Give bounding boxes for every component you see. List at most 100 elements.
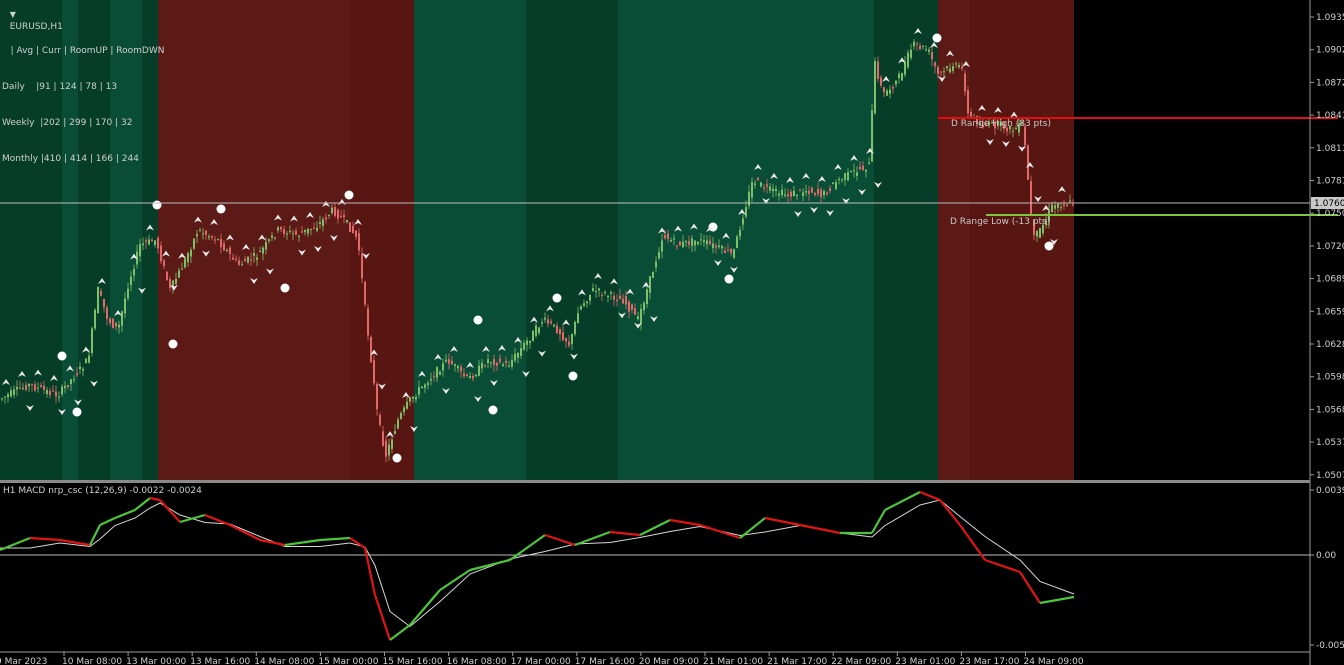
chart-canvas[interactable]: D Range High (83 pts) D Range Low (-13 p… — [0, 0, 1344, 665]
signal-dot — [216, 204, 226, 214]
candle-body — [535, 325, 537, 336]
price-tick-label: 1.0720 — [1316, 242, 1344, 252]
candle-body — [640, 308, 642, 324]
signal-dot — [488, 405, 498, 415]
candle-body — [718, 245, 720, 248]
candle-body — [244, 259, 246, 262]
candle-body — [448, 358, 450, 364]
candle-body — [130, 276, 132, 285]
candle-body — [613, 295, 615, 300]
candle-body — [490, 362, 492, 364]
candle-body — [970, 111, 972, 117]
candle-body — [367, 308, 369, 336]
candle-body — [859, 166, 861, 170]
candle-body — [73, 379, 75, 381]
macd-main-line — [699, 523, 741, 540]
macd-main-line — [373, 594, 392, 641]
candle-body — [232, 257, 234, 260]
candle-body — [1060, 207, 1062, 209]
candle-body — [25, 384, 27, 390]
candle-body — [385, 440, 387, 457]
price-tick-label: 1.0811 — [1316, 144, 1344, 154]
candle-body — [445, 359, 447, 362]
signal-dot — [152, 200, 162, 210]
candle-body — [211, 235, 213, 238]
candle-body — [202, 233, 204, 235]
macd-signal-line — [0, 499, 1075, 628]
price-tick-label: 1.0537 — [1316, 438, 1344, 448]
candle-body — [241, 264, 243, 266]
candle-body — [145, 240, 147, 243]
candle-body — [262, 247, 264, 254]
candle-body — [301, 231, 303, 233]
candle-body — [217, 239, 219, 241]
candle-body — [871, 110, 873, 162]
macd-title: H1 MACD nrp_csc (12,26,9) -0.0022 -0.002… — [3, 486, 202, 496]
candle-body — [961, 66, 963, 69]
macd-main-line — [409, 589, 441, 626]
macd-main-line — [939, 499, 961, 526]
candle-body — [778, 193, 780, 196]
candle-body — [331, 207, 333, 214]
candle-body — [928, 49, 930, 52]
candle-body — [1027, 145, 1029, 180]
candle-body — [604, 291, 606, 293]
candle-body — [13, 389, 15, 395]
candle-body — [493, 358, 495, 365]
candle-body — [265, 242, 267, 250]
candle-body — [1057, 203, 1059, 208]
candle-body — [592, 288, 594, 292]
candle-body — [706, 240, 708, 245]
candle-body — [43, 385, 45, 390]
candle-body — [370, 337, 372, 362]
candle-body — [931, 52, 933, 60]
time-tick-label: 23 Mar 01:00 — [895, 657, 955, 665]
candle-body — [268, 239, 270, 242]
candle-body — [271, 235, 273, 238]
candle-body — [664, 235, 666, 239]
candle-body — [79, 366, 81, 370]
candle-body — [391, 439, 393, 449]
candle-body — [22, 387, 24, 389]
candle-body — [151, 239, 153, 242]
candle-body — [295, 230, 297, 235]
candle-body — [877, 61, 879, 80]
candle-body — [841, 179, 843, 181]
candle-body — [781, 189, 783, 196]
candle-body — [1012, 130, 1014, 132]
candle-body — [376, 384, 378, 410]
macd-main-line — [319, 536, 351, 542]
macd-main-line — [764, 516, 801, 527]
macd-main-line — [259, 538, 286, 547]
candle-body — [865, 169, 867, 172]
candle-body — [748, 191, 750, 206]
candle-body — [1030, 181, 1032, 214]
candle-body — [847, 172, 849, 181]
candle-body — [340, 216, 342, 218]
candle-body — [829, 188, 831, 191]
candle-body — [1036, 230, 1038, 237]
price-tick-label: 1.0507 — [1316, 471, 1344, 481]
candle-body — [1063, 204, 1065, 206]
candle-body — [736, 236, 738, 248]
candle-body — [853, 170, 855, 172]
candle-body — [133, 268, 135, 276]
candle-body — [226, 250, 228, 252]
candle-body — [862, 165, 864, 171]
candle-body — [934, 62, 936, 67]
price-axis: 1.0935 1.0902 1.0872 1.0841 1.0811 1.0781 1.07… — [1310, 13, 1344, 481]
candle-body — [127, 288, 129, 299]
candle-body — [832, 182, 834, 185]
candle-body — [700, 239, 702, 241]
stats-table: | Avg | Curr | RoomUP | RoomDWN Daily |9… — [2, 21, 164, 177]
candle-body — [259, 250, 261, 252]
candle-body — [358, 233, 360, 251]
dropdown-triangle-icon[interactable]: ▼ — [10, 10, 16, 19]
candle-body — [685, 240, 687, 243]
candle-body — [742, 218, 744, 225]
candle-body — [451, 360, 453, 365]
candle-body — [166, 271, 168, 280]
time-tick-label: 17 Mar 00:00 — [511, 657, 571, 665]
candle-body — [889, 89, 891, 94]
window-separator[interactable] — [0, 480, 1310, 483]
